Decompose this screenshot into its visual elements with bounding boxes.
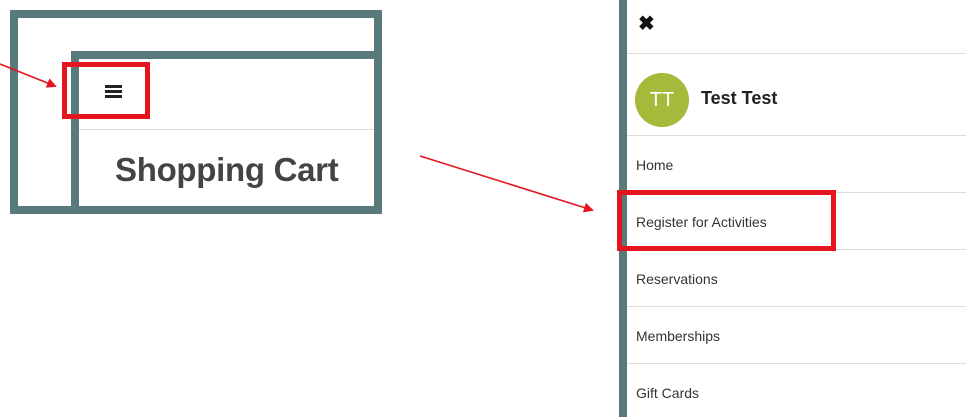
- page-title: Shopping Cart: [115, 151, 339, 188]
- menu-item-label: Gift Cards: [636, 385, 700, 401]
- user-name: Test Test: [701, 88, 778, 108]
- hamburger-highlight-box: [62, 62, 150, 119]
- menu-item-gift-cards[interactable]: Gift Cards: [627, 364, 966, 420]
- avatar: TT: [635, 73, 689, 127]
- menu-item-label: Reservations: [636, 271, 718, 287]
- menu-item-label: Home: [636, 157, 674, 173]
- menu-item-reservations[interactable]: Reservations: [627, 250, 966, 306]
- user-profile[interactable]: TT Test Test: [627, 54, 966, 136]
- register-highlight-box: [617, 190, 836, 251]
- arrow-to-register: [419, 155, 594, 213]
- close-icon[interactable]: ✖: [638, 13, 660, 35]
- menu-item-home[interactable]: Home: [627, 136, 966, 192]
- menu-item-memberships[interactable]: Memberships: [627, 307, 966, 363]
- menu-item-label: Memberships: [636, 328, 721, 344]
